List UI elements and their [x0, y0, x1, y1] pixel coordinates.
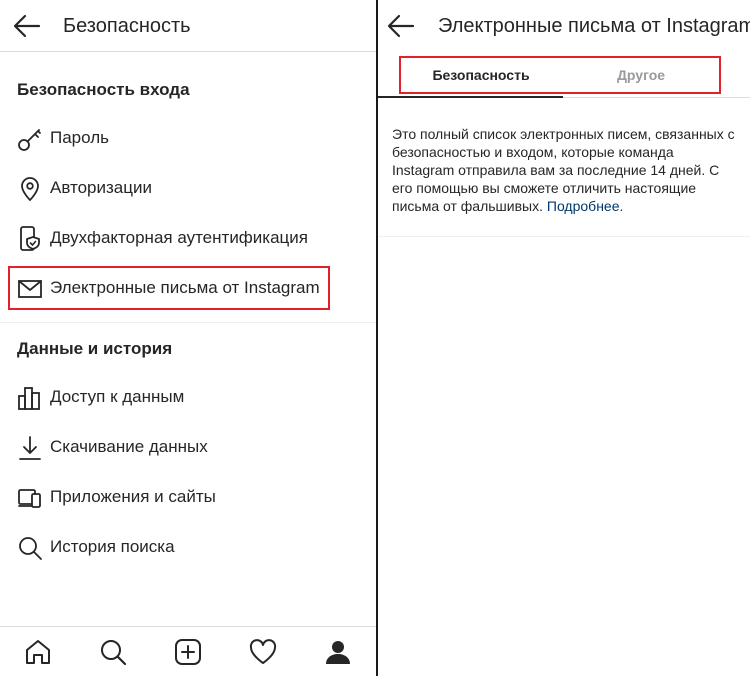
menu-item-label: История поиска: [50, 537, 175, 556]
menu-item-label: Доступ к данным: [50, 387, 185, 406]
learn-more-link[interactable]: Подробнее.: [547, 198, 624, 214]
devices-icon: [16, 484, 44, 512]
menu-item-label: Скачивание данных: [50, 437, 208, 456]
key-icon: [16, 125, 44, 153]
section-divider: [0, 322, 376, 323]
menu-item-login-activity[interactable]: Авторизации: [8, 166, 368, 210]
back-arrow-icon[interactable]: [386, 12, 416, 40]
search-icon[interactable]: [98, 637, 128, 667]
instagram-emails-panel: Электронные письма от Instagram Безопасн…: [378, 0, 750, 676]
menu-item-download-data[interactable]: Скачивание данных: [8, 425, 368, 469]
location-pin-icon: [16, 175, 44, 203]
download-icon: [16, 434, 44, 462]
emails-description: Это полный список электронных писем, свя…: [392, 125, 737, 215]
back-arrow-icon[interactable]: [12, 12, 42, 40]
content-divider: [378, 236, 750, 237]
emails-header: Электронные письма от Instagram: [378, 0, 750, 52]
menu-item-password[interactable]: Пароль: [8, 116, 368, 160]
menu-item-two-factor[interactable]: Двухфакторная аутентификация: [8, 216, 368, 260]
tab-security[interactable]: Безопасность: [401, 58, 561, 92]
menu-item-label: Пароль: [50, 128, 109, 147]
search-icon: [16, 534, 44, 562]
section-title-data-history: Данные и история: [17, 339, 173, 358]
menu-item-apps-websites[interactable]: Приложения и сайты: [8, 475, 368, 519]
menu-item-access-data[interactable]: Доступ к данным: [8, 375, 368, 419]
active-tab-indicator: [378, 96, 563, 98]
page-title: Электронные письма от Instagram: [438, 15, 750, 37]
new-post-icon[interactable]: [173, 637, 203, 667]
profile-icon[interactable]: [323, 637, 353, 667]
section-title-login-security: Безопасность входа: [17, 80, 190, 99]
menu-item-label: Электронные письма от Instagram: [50, 278, 320, 297]
tab-other[interactable]: Другое: [561, 58, 721, 92]
email-tabs: Безопасность Другое: [399, 56, 721, 94]
menu-item-search-history[interactable]: История поиска: [8, 525, 368, 569]
security-header: Безопасность: [0, 0, 376, 52]
heart-icon[interactable]: [248, 637, 278, 667]
menu-item-label: Приложения и сайты: [50, 487, 216, 506]
page-title: Безопасность: [63, 15, 191, 37]
mail-icon: [16, 275, 44, 303]
menu-item-label: Авторизации: [50, 178, 152, 197]
home-icon[interactable]: [23, 637, 53, 667]
menu-item-label: Двухфакторная аутентификация: [50, 228, 308, 247]
menu-item-instagram-emails[interactable]: Электронные письма от Instagram: [8, 266, 330, 310]
phone-shield-icon: [16, 225, 44, 253]
security-settings-panel: Безопасность Безопасность входа Пароль А…: [0, 0, 376, 676]
bar-chart-icon: [16, 384, 44, 412]
bottom-navigation: [0, 626, 376, 676]
